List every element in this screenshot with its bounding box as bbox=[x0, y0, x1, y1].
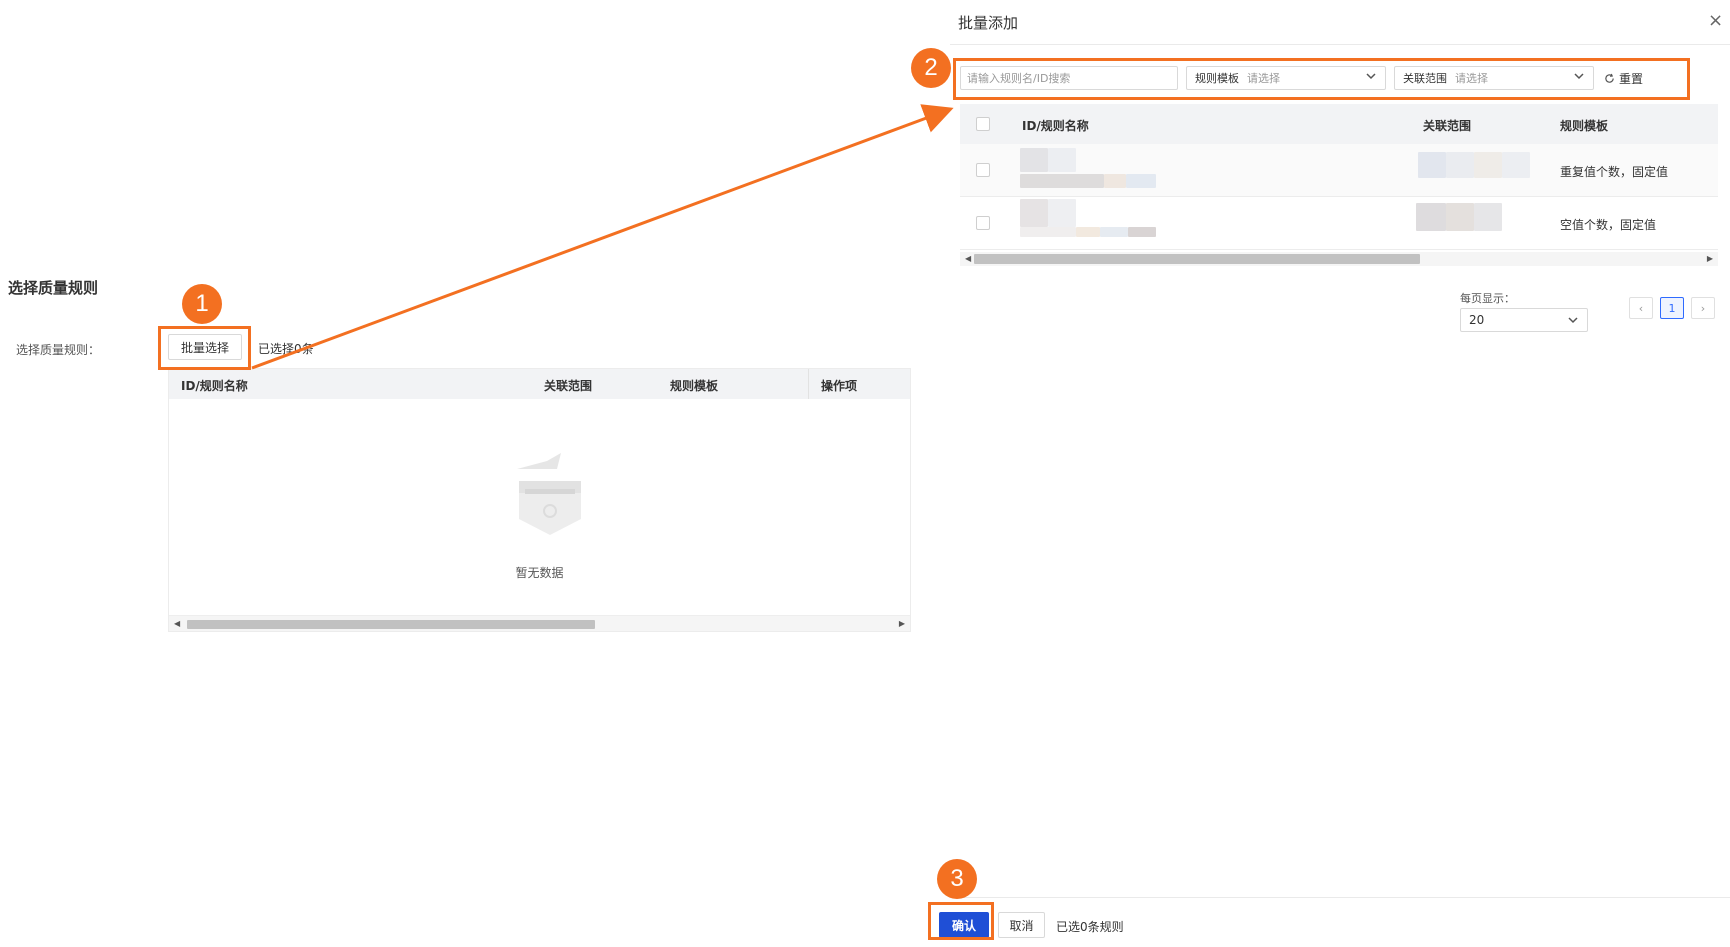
column-header-scope: 关联范围 bbox=[1423, 119, 1472, 133]
selected-rules-count: 已选0条规则 bbox=[1056, 920, 1124, 934]
column-header-id-name: ID/规则名称 bbox=[181, 379, 248, 393]
page-number-button[interactable]: 1 bbox=[1660, 297, 1684, 319]
section-title: 选择质量规则 bbox=[8, 279, 99, 297]
table-row[interactable]: 空值个数，固定值 bbox=[960, 197, 1718, 250]
table-header: ID/规则名称 关联范围 规则模板 bbox=[960, 104, 1718, 144]
quality-rule-form-label: 选择质量规则： bbox=[16, 343, 101, 357]
chevron-left-icon: ‹ bbox=[1638, 301, 1644, 315]
selected-rules-table: ID/规则名称 关联范围 规则模板 操作项 暂无数据 ◀ ▶ bbox=[168, 368, 911, 632]
rule-search-input[interactable] bbox=[960, 66, 1178, 90]
redacted-rule-id bbox=[1020, 227, 1076, 237]
step-badge-1: 1 bbox=[182, 284, 222, 324]
redacted-scope bbox=[1502, 152, 1530, 178]
page-size-value: 20 bbox=[1469, 313, 1485, 327]
column-header-actions-cell: 操作项 bbox=[808, 369, 910, 399]
empty-box-icon bbox=[517, 453, 581, 535]
chevron-down-icon bbox=[1568, 317, 1578, 324]
rule-template-placeholder: 请选择 bbox=[1247, 72, 1280, 85]
chevron-down-icon bbox=[1366, 73, 1376, 80]
redacted-scope bbox=[1474, 203, 1502, 231]
redacted-scope bbox=[1474, 152, 1502, 178]
cancel-button[interactable]: 取消 bbox=[998, 912, 1045, 938]
step-badge-3: 3 bbox=[937, 859, 977, 899]
divider bbox=[950, 44, 1730, 45]
column-header-actions: 操作项 bbox=[821, 379, 858, 393]
scrollbar-thumb[interactable] bbox=[187, 620, 595, 629]
column-header-template: 规则模板 bbox=[670, 379, 719, 393]
scroll-left-icon[interactable]: ◀ bbox=[965, 254, 971, 263]
redacted-rule-name bbox=[1020, 148, 1048, 172]
scrollbar-thumb[interactable] bbox=[974, 254, 1420, 264]
redacted-scope bbox=[1416, 203, 1446, 231]
redacted-rule-id bbox=[1126, 174, 1156, 188]
step-badge-2: 2 bbox=[911, 48, 951, 88]
rule-template-text: 空值个数，固定值 bbox=[1560, 218, 1657, 232]
close-icon[interactable]: × bbox=[1708, 12, 1723, 30]
next-page-button[interactable]: › bbox=[1691, 297, 1715, 319]
redacted-rule-name bbox=[1048, 199, 1076, 227]
chevron-right-icon: › bbox=[1700, 301, 1706, 315]
table-row[interactable]: 重复值个数，固定值 bbox=[960, 144, 1718, 197]
redacted-rule-id bbox=[1128, 227, 1156, 237]
divider bbox=[950, 897, 1730, 898]
reset-label: 重置 bbox=[1619, 72, 1644, 86]
rule-template-text: 重复值个数，固定值 bbox=[1560, 165, 1669, 179]
scope-select[interactable]: 关联范围 请选择 bbox=[1394, 66, 1594, 90]
horizontal-scrollbar[interactable]: ◀ ▶ bbox=[169, 615, 910, 631]
scroll-right-icon[interactable]: ▶ bbox=[899, 619, 905, 628]
prev-page-button[interactable]: ‹ bbox=[1629, 297, 1653, 319]
page-size-select[interactable]: 20 bbox=[1460, 308, 1588, 332]
row-checkbox[interactable] bbox=[976, 163, 990, 177]
refresh-icon bbox=[1605, 73, 1614, 83]
table-header: ID/规则名称 关联范围 规则模板 操作项 bbox=[169, 369, 910, 399]
row-checkbox[interactable] bbox=[976, 216, 990, 230]
column-header-scope: 关联范围 bbox=[544, 379, 593, 393]
redacted-rule-id bbox=[1104, 174, 1126, 188]
empty-state-text: 暂无数据 bbox=[515, 566, 564, 580]
select-all-checkbox[interactable] bbox=[976, 117, 990, 131]
redacted-scope bbox=[1446, 203, 1474, 231]
redacted-scope bbox=[1446, 152, 1474, 178]
redacted-rule-id bbox=[1100, 227, 1128, 237]
redacted-rule-name bbox=[1048, 148, 1076, 172]
confirm-button[interactable]: 确认 bbox=[939, 912, 989, 938]
chevron-down-icon bbox=[1574, 73, 1584, 80]
scroll-left-icon[interactable]: ◀ bbox=[174, 619, 180, 628]
redacted-rule-id bbox=[1020, 174, 1104, 188]
scope-label: 关联范围 bbox=[1403, 72, 1447, 85]
selected-count-text: 已选择0条 bbox=[258, 342, 314, 356]
rule-template-label: 规则模板 bbox=[1195, 72, 1239, 85]
drawer-title: 批量添加 bbox=[958, 14, 1019, 32]
horizontal-scrollbar[interactable]: ◀ ▶ bbox=[960, 252, 1718, 266]
column-header-id-name: ID/规则名称 bbox=[1022, 119, 1089, 133]
page-size-label: 每页显示： bbox=[1460, 292, 1515, 305]
reset-button[interactable]: 重置 bbox=[1604, 70, 1643, 87]
batch-select-button[interactable]: 批量选择 bbox=[168, 334, 242, 360]
redacted-rule-name bbox=[1020, 199, 1048, 227]
scope-placeholder: 请选择 bbox=[1455, 72, 1488, 85]
scroll-right-icon[interactable]: ▶ bbox=[1707, 254, 1713, 263]
redacted-rule-id bbox=[1076, 227, 1100, 237]
rule-template-select[interactable]: 规则模板 请选择 bbox=[1186, 66, 1386, 90]
redacted-scope bbox=[1418, 152, 1446, 178]
rule-list-table: ID/规则名称 关联范围 规则模板 重复值个数，固定值 空值个数，固定值 ◀ ▶ bbox=[960, 104, 1718, 266]
column-header-template: 规则模板 bbox=[1560, 119, 1609, 133]
